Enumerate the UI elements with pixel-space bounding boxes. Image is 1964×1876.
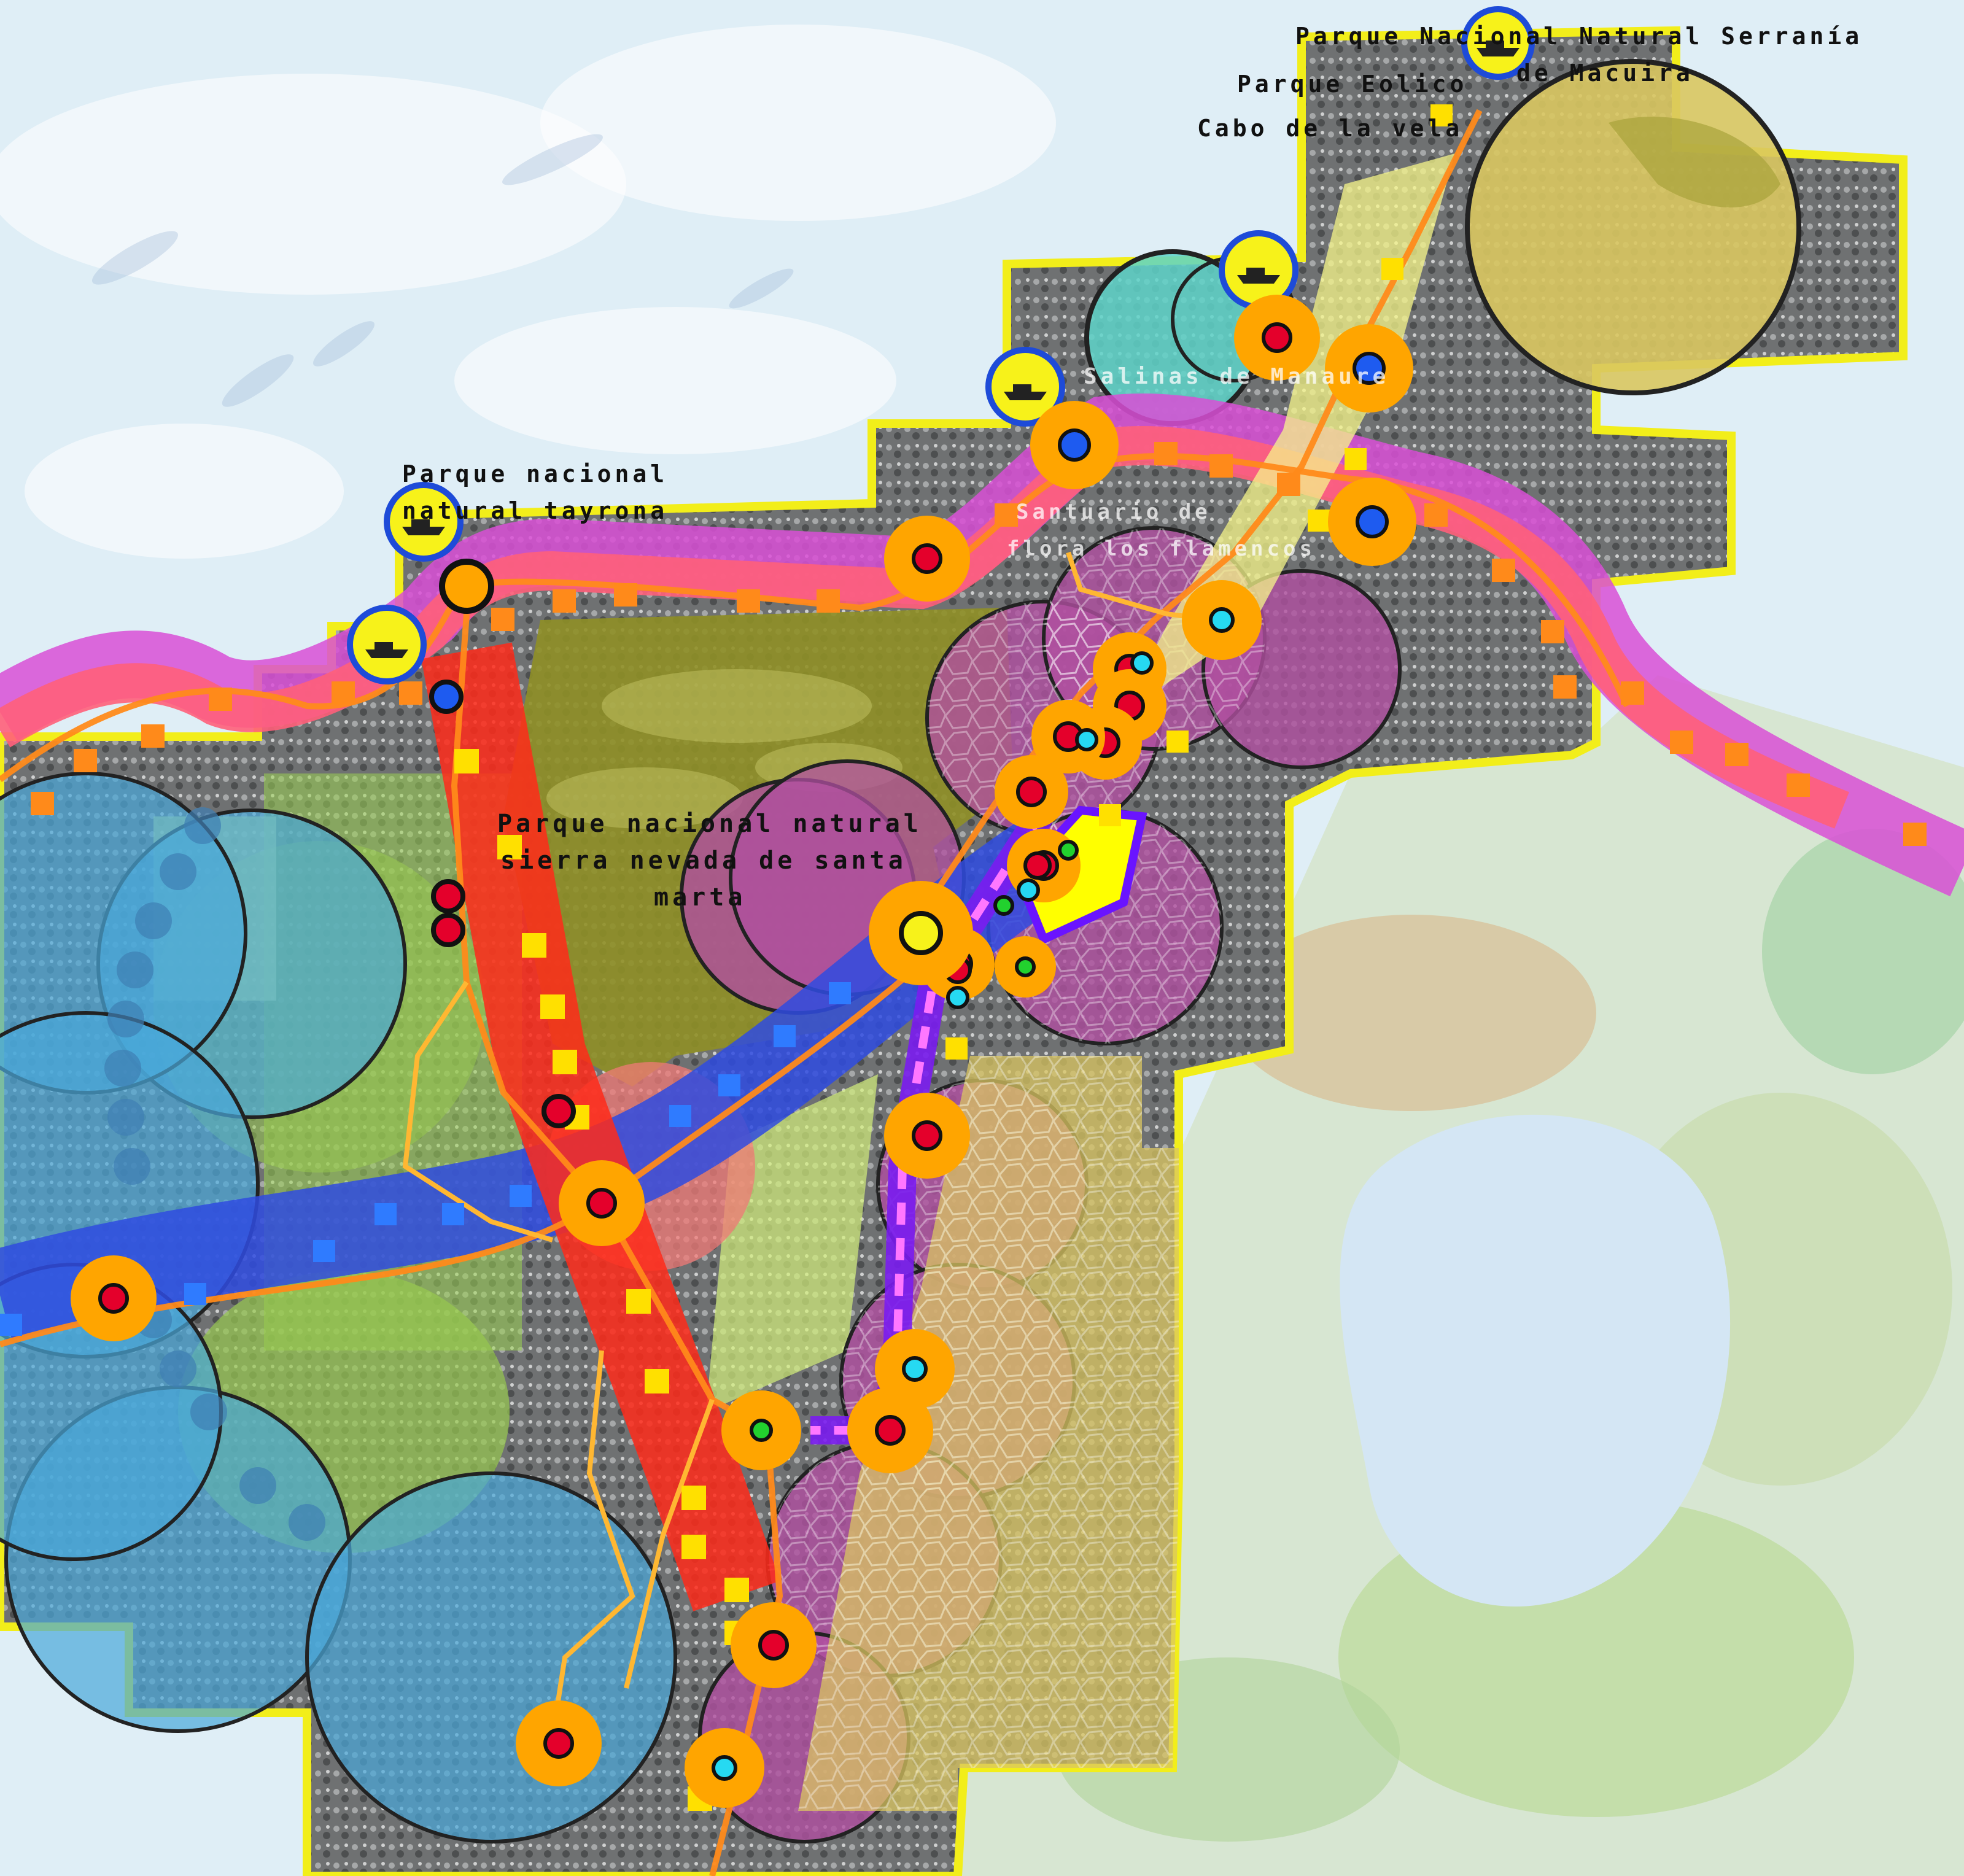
circle-node-icon [429, 680, 464, 714]
circle-node-icon [721, 1390, 801, 1470]
circle-node-icon [946, 986, 969, 1009]
circle-node-icon [1130, 651, 1154, 675]
circle-node-icon [884, 516, 970, 602]
circle-node-icon [1017, 878, 1040, 902]
label-tayrona-line2: natural tayrona [402, 497, 668, 524]
label-salinas: Salinas de Manaure [1084, 364, 1389, 389]
circle-node-icon [1182, 580, 1262, 660]
circle-node-icon [993, 895, 1014, 916]
label-sierra-line2: sierra nevada de santa [500, 847, 907, 875]
ship-icon [347, 605, 427, 684]
circle-node-icon [541, 1094, 576, 1128]
macuira-circle [1465, 59, 1801, 395]
circle-node-icon [869, 881, 973, 985]
label-sierra-line3: marta [654, 883, 746, 912]
circle-node-icon [1328, 478, 1416, 566]
label-serrania-line2: de Macuira [1516, 60, 1694, 87]
label-santuario-line1: Santuario de [1016, 500, 1211, 524]
circle-node-icon [71, 1255, 157, 1341]
circle-node-icon [516, 1700, 602, 1786]
circle-node-icon [731, 1602, 817, 1688]
label-sierra-line1: Parque nacional natural [497, 810, 922, 838]
circle-node-icon [884, 1093, 970, 1179]
thematic-map: Parque Nacional Natural Serranía de Macu… [0, 0, 1964, 1876]
circle-node-icon [1075, 728, 1098, 751]
label-serrania-line1: Parque Nacional Natural Serranía [1295, 23, 1863, 50]
circle-node-icon [1058, 840, 1079, 861]
circle-node-icon [559, 1160, 645, 1246]
circle-node-icon [431, 879, 465, 913]
circle-node-icon [431, 913, 465, 947]
circle-node-icon [1023, 851, 1052, 880]
label-eolico: Parque Eolico [1237, 71, 1467, 98]
label-cabo: Cabo de la vela [1197, 115, 1463, 142]
label-tayrona-line1: Parque nacional [402, 460, 668, 487]
circle-node-icon [685, 1728, 764, 1808]
circle-node-icon [439, 559, 494, 614]
circle-node-icon [1030, 401, 1119, 489]
label-santuario-line2: flora los flamencos [1007, 537, 1316, 561]
circle-node-icon [995, 936, 1056, 998]
circle-node-icon [995, 755, 1068, 829]
circle-node-icon [875, 1329, 955, 1409]
